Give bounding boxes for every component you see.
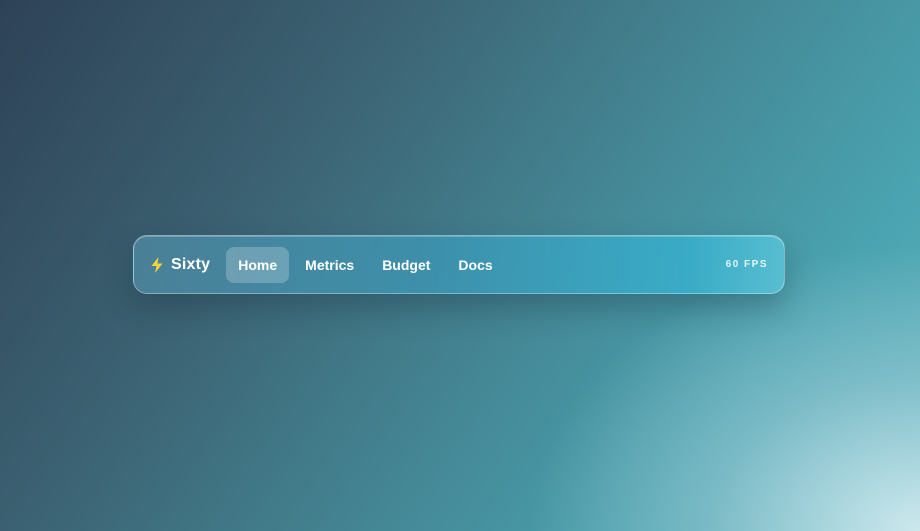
- nav-item-budget[interactable]: Budget: [370, 247, 442, 283]
- fps-counter: 60 FPS: [725, 259, 768, 270]
- nav-items: Home Metrics Budget Docs: [226, 246, 508, 283]
- navigation-bar: Sixty Home Metrics Budget Docs 60 FPS: [133, 235, 785, 294]
- lightning-bolt-icon: [150, 256, 164, 273]
- background: Sixty Home Metrics Budget Docs 60 FPS: [0, 0, 920, 531]
- nav-item-home[interactable]: Home: [226, 246, 290, 283]
- brand-name: Sixty: [171, 255, 211, 273]
- nav-item-docs[interactable]: Docs: [446, 247, 504, 283]
- nav-item-metrics[interactable]: Metrics: [293, 247, 366, 283]
- brand[interactable]: Sixty: [150, 256, 210, 274]
